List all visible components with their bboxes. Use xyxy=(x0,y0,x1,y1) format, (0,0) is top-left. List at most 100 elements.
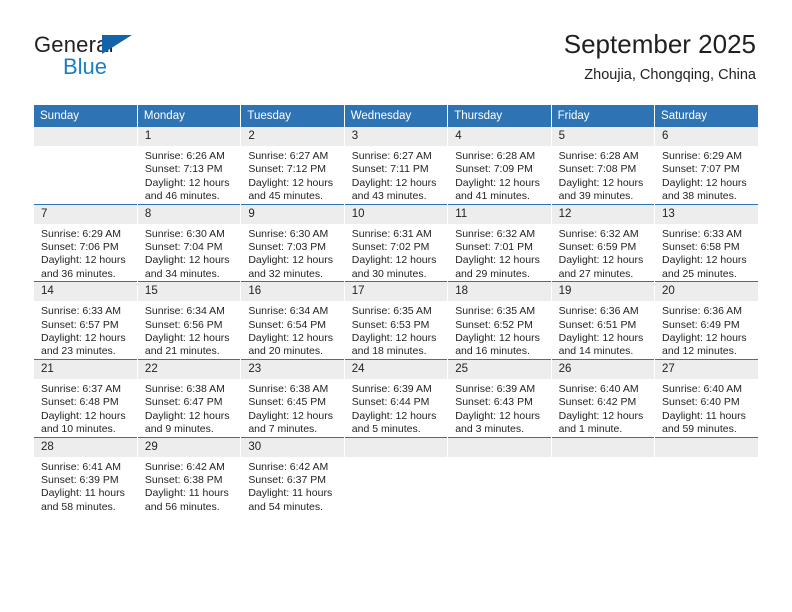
day-sunrise-text: Sunrise: 6:34 AM xyxy=(144,305,225,318)
day-daylight1-text: Daylight: 12 hours xyxy=(248,176,333,189)
day-daylight2-text: and 39 minutes. xyxy=(558,190,634,203)
day-number: 8 xyxy=(137,204,241,224)
calendar-day-cell[interactable]: 20 Sunrise: 6:36 AM Sunset: 6:49 PM Dayligh… xyxy=(654,281,758,360)
day-sunset-text: Sunset: 7:03 PM xyxy=(248,241,326,254)
day-daylight1-text: Daylight: 12 hours xyxy=(558,254,644,267)
day-daylight1-text: Daylight: 12 hours xyxy=(662,332,747,345)
day-daylight1-text: Daylight: 11 hours xyxy=(41,487,125,500)
day-sunset-text: Sunset: 7:13 PM xyxy=(144,163,223,176)
calendar-day-cell[interactable]: 30 Sunrise: 6:42 AM Sunset: 6:37 PM Dayligh… xyxy=(240,436,345,515)
day-sunrise-text: Sunrise: 6:42 AM xyxy=(144,460,225,473)
day-details: Sunrise: 6:36 AM Sunset: 6:49 PM Daylight:… xyxy=(655,301,758,359)
day-daylight2-text: and 3 minutes. xyxy=(455,423,525,436)
weekday-header-friday: Friday xyxy=(551,105,656,127)
day-sunrise-text: Sunrise: 6:41 AM xyxy=(41,460,121,473)
calendar-day-cell[interactable]: 17 Sunrise: 6:35 AM Sunset: 6:53 PM Dayligh… xyxy=(344,281,449,360)
day-sunset-text: Sunset: 6:38 PM xyxy=(144,473,223,486)
weekday-header-monday: Monday xyxy=(137,105,242,127)
day-daylight1-text: Daylight: 12 hours xyxy=(455,409,540,422)
day-details: Sunrise: 6:32 AM Sunset: 7:01 PM Daylight:… xyxy=(448,224,550,282)
day-sunset-text: Sunset: 7:04 PM xyxy=(144,241,223,254)
calendar-day-cell-empty xyxy=(551,436,656,515)
day-number: 19 xyxy=(551,282,655,302)
day-daylight1-text: Daylight: 12 hours xyxy=(41,254,126,267)
calendar-day-cell[interactable]: 23 Sunrise: 6:38 AM Sunset: 6:45 PM Dayligh… xyxy=(240,358,345,437)
day-number: 1 xyxy=(137,127,241,146)
day-sunrise-text: Sunrise: 6:29 AM xyxy=(41,227,121,240)
day-daylight1-text: Daylight: 12 hours xyxy=(144,254,230,267)
calendar-day-cell[interactable]: 15 Sunrise: 6:34 AM Sunset: 6:56 PM Dayligh… xyxy=(137,281,242,360)
day-details: Sunrise: 6:39 AM Sunset: 6:43 PM Daylight:… xyxy=(448,379,550,437)
calendar-day-cell[interactable]: 16 Sunrise: 6:34 AM Sunset: 6:54 PM Dayligh… xyxy=(240,281,345,360)
day-daylight2-text: and 59 minutes. xyxy=(662,423,737,436)
day-number xyxy=(448,437,551,457)
day-sunrise-text: Sunrise: 6:30 AM xyxy=(144,227,225,240)
calendar-week-row: 7 Sunrise: 6:29 AM Sunset: 7:06 PM Daylight… xyxy=(34,203,758,282)
day-details xyxy=(34,146,137,150)
calendar-day-cell[interactable]: 6 Sunrise: 6:29 AM Sunset: 7:07 PM Daylight… xyxy=(654,127,758,205)
calendar-day-cell[interactable]: 1 Sunrise: 6:26 AM Sunset: 7:13 PM Daylight… xyxy=(137,127,242,205)
calendar-day-cell[interactable]: 4 Sunrise: 6:28 AM Sunset: 7:09 PM Daylight… xyxy=(447,127,552,205)
day-sunrise-text: Sunrise: 6:27 AM xyxy=(351,150,432,162)
calendar-day-cell[interactable]: 13 Sunrise: 6:33 AM Sunset: 6:58 PM Dayligh… xyxy=(654,203,758,282)
logo-triangle-icon xyxy=(102,35,132,54)
day-sunrise-text: Sunrise: 6:33 AM xyxy=(41,305,121,318)
calendar-day-cell[interactable]: 25 Sunrise: 6:39 AM Sunset: 6:43 PM Dayligh… xyxy=(447,358,552,437)
calendar-day-cell[interactable]: 27 Sunrise: 6:40 AM Sunset: 6:40 PM Dayligh… xyxy=(654,358,758,437)
calendar-day-cell-empty xyxy=(34,127,138,205)
day-daylight1-text: Daylight: 12 hours xyxy=(351,332,437,345)
day-daylight2-text: and 10 minutes. xyxy=(41,423,116,436)
calendar-day-cell[interactable]: 29 Sunrise: 6:42 AM Sunset: 6:38 PM Dayligh… xyxy=(137,436,242,515)
day-daylight1-text: Daylight: 12 hours xyxy=(144,409,230,422)
day-sunset-text: Sunset: 6:59 PM xyxy=(558,241,637,254)
calendar-day-cell[interactable]: 14 Sunrise: 6:33 AM Sunset: 6:57 PM Dayligh… xyxy=(34,281,138,360)
day-daylight1-text: Daylight: 12 hours xyxy=(662,176,747,189)
day-daylight2-text: and 32 minutes. xyxy=(248,267,324,280)
calendar-day-cell[interactable]: 26 Sunrise: 6:40 AM Sunset: 6:42 PM Dayligh… xyxy=(551,358,656,437)
calendar-day-cell[interactable]: 19 Sunrise: 6:36 AM Sunset: 6:51 PM Dayligh… xyxy=(551,281,656,360)
calendar-day-cell[interactable]: 12 Sunrise: 6:32 AM Sunset: 6:59 PM Dayligh… xyxy=(551,203,656,282)
day-sunrise-text: Sunrise: 6:34 AM xyxy=(248,305,329,318)
day-number: 15 xyxy=(137,282,241,302)
calendar-day-cell[interactable]: 18 Sunrise: 6:35 AM Sunset: 6:52 PM Dayligh… xyxy=(447,281,552,360)
page-subtitle: Zhoujia, Chongqing, China xyxy=(584,67,756,83)
day-sunrise-text: Sunrise: 6:42 AM xyxy=(248,460,329,473)
day-sunrise-text: Sunrise: 6:26 AM xyxy=(144,150,225,162)
day-daylight2-text: and 7 minutes. xyxy=(248,423,318,436)
day-daylight2-text: and 16 minutes. xyxy=(455,345,530,358)
calendar-day-cell[interactable]: 9 Sunrise: 6:30 AM Sunset: 7:03 PM Daylight… xyxy=(240,203,345,282)
calendar-day-cell-empty xyxy=(654,436,758,515)
day-sunrise-text: Sunrise: 6:29 AM xyxy=(662,150,742,162)
calendar-day-cell[interactable]: 24 Sunrise: 6:39 AM Sunset: 6:44 PM Dayligh… xyxy=(344,358,449,437)
day-details: Sunrise: 6:33 AM Sunset: 6:58 PM Daylight:… xyxy=(655,224,758,282)
day-details xyxy=(552,457,654,461)
day-daylight1-text: Daylight: 11 hours xyxy=(248,487,333,500)
calendar-day-cell[interactable]: 10 Sunrise: 6:31 AM Sunset: 7:02 PM Dayligh… xyxy=(344,203,449,282)
day-daylight1-text: Daylight: 12 hours xyxy=(558,409,644,422)
day-details: Sunrise: 6:34 AM Sunset: 6:54 PM Daylight:… xyxy=(241,301,343,359)
day-details: Sunrise: 6:34 AM Sunset: 6:56 PM Daylight:… xyxy=(138,301,240,359)
day-sunrise-text: Sunrise: 6:31 AM xyxy=(351,227,432,240)
calendar-day-cell[interactable]: 7 Sunrise: 6:29 AM Sunset: 7:06 PM Daylight… xyxy=(34,203,138,282)
day-number: 2 xyxy=(241,127,344,146)
calendar-day-cell[interactable]: 2 Sunrise: 6:27 AM Sunset: 7:12 PM Daylight… xyxy=(240,127,345,205)
general-blue-logo[interactable]: General Blue xyxy=(34,33,224,88)
day-details xyxy=(345,457,447,461)
calendar-day-cell-empty xyxy=(447,436,552,515)
calendar-day-cell[interactable]: 22 Sunrise: 6:38 AM Sunset: 6:47 PM Dayligh… xyxy=(137,358,242,437)
calendar-week-row: 28 Sunrise: 6:41 AM Sunset: 6:39 PM Dayligh… xyxy=(34,436,758,515)
calendar-day-cell[interactable]: 28 Sunrise: 6:41 AM Sunset: 6:39 PM Dayligh… xyxy=(34,436,138,515)
day-details: Sunrise: 6:27 AM Sunset: 7:12 PM Daylight:… xyxy=(241,146,343,204)
day-number: 13 xyxy=(655,204,758,224)
day-daylight1-text: Daylight: 11 hours xyxy=(662,409,746,422)
day-daylight2-text: and 43 minutes. xyxy=(351,190,427,203)
calendar-day-cell[interactable]: 8 Sunrise: 6:30 AM Sunset: 7:04 PM Daylight… xyxy=(137,203,242,282)
calendar-day-cell[interactable]: 3 Sunrise: 6:27 AM Sunset: 7:11 PM Daylight… xyxy=(344,127,449,205)
calendar-day-cell[interactable]: 21 Sunrise: 6:37 AM Sunset: 6:48 PM Dayligh… xyxy=(34,358,138,437)
day-number: 30 xyxy=(241,437,344,457)
day-details: Sunrise: 6:42 AM Sunset: 6:38 PM Daylight:… xyxy=(138,457,240,515)
calendar-day-cell[interactable]: 11 Sunrise: 6:32 AM Sunset: 7:01 PM Dayligh… xyxy=(447,203,552,282)
calendar-day-cell[interactable]: 5 Sunrise: 6:28 AM Sunset: 7:08 PM Daylight… xyxy=(551,127,656,205)
day-daylight2-text: and 5 minutes. xyxy=(351,423,421,436)
day-details: Sunrise: 6:40 AM Sunset: 6:40 PM Daylight:… xyxy=(655,379,758,437)
